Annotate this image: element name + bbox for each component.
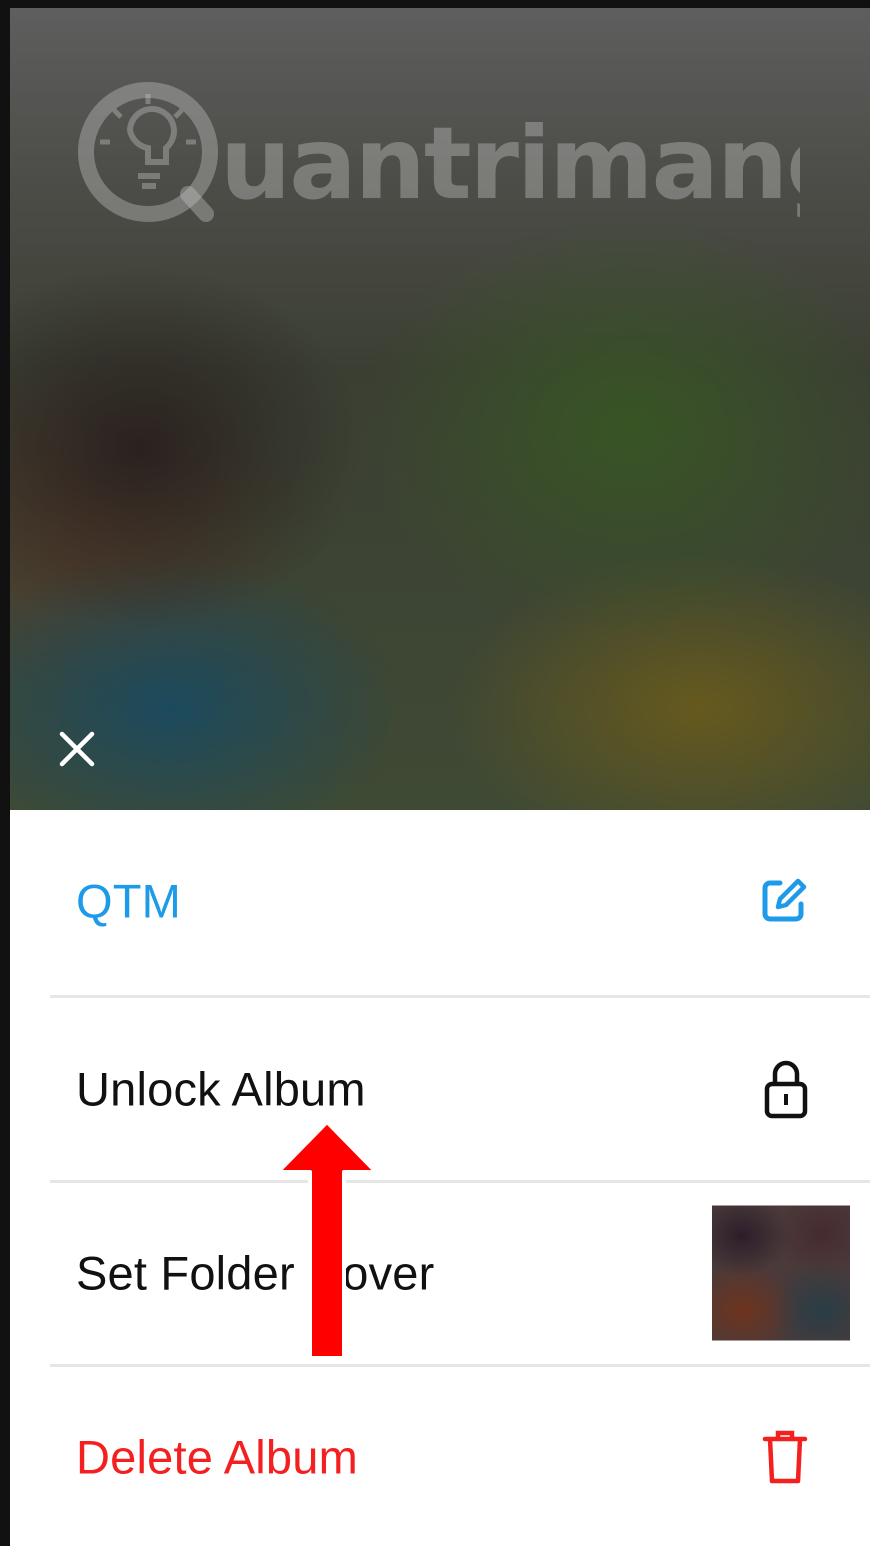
- unlock-album-item[interactable]: Unlock Album: [50, 998, 870, 1180]
- close-button[interactable]: [54, 726, 100, 772]
- edit-icon: [762, 878, 807, 922]
- set-folder-cover-item[interactable]: Set Folder Cover: [50, 1182, 870, 1364]
- action-sheet: QTM Unlock Album Set Folder Cover Delete…: [10, 810, 870, 1546]
- watermark-logo: uantrimang: [78, 82, 800, 222]
- delete-album-label: Delete Album: [76, 1430, 358, 1484]
- album-cover-header: uantrimang: [10, 8, 870, 810]
- screen: uantrimang QTM Unlock Album Set Folder C…: [0, 0, 870, 1546]
- svg-text:uantrimang: uantrimang: [220, 105, 800, 222]
- album-name-row[interactable]: QTM: [50, 810, 870, 992]
- cover-thumbnail: [712, 1205, 850, 1341]
- close-icon: [59, 731, 95, 767]
- lock-icon: [764, 1060, 808, 1119]
- set-folder-cover-label: Set Folder Cover: [76, 1246, 435, 1300]
- delete-album-item[interactable]: Delete Album: [50, 1366, 870, 1546]
- trash-icon: [762, 1430, 808, 1484]
- edit-button[interactable]: [758, 876, 808, 926]
- unlock-album-label: Unlock Album: [76, 1062, 366, 1116]
- album-name-label: QTM: [76, 874, 182, 928]
